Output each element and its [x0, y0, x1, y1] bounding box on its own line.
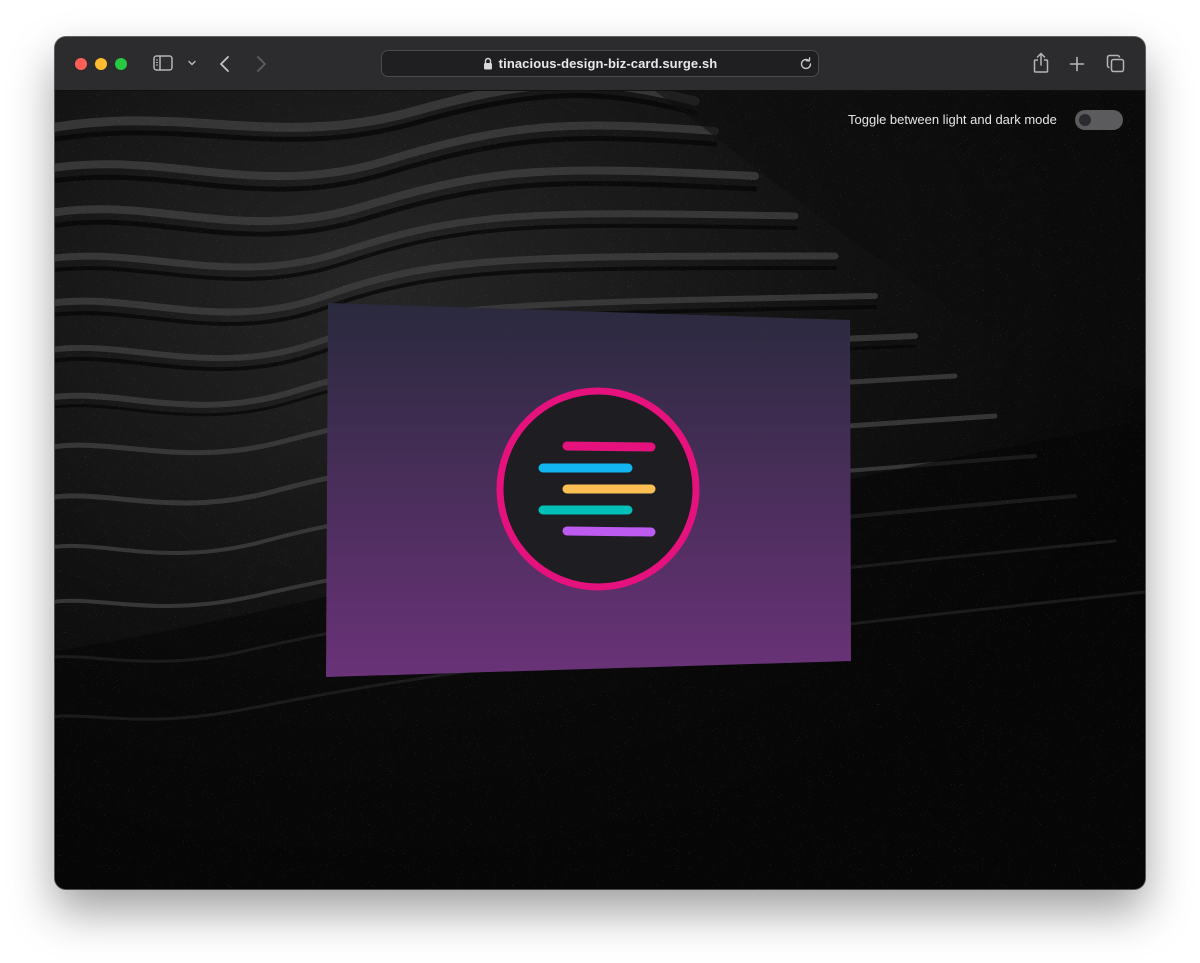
- tinacious-logo: [496, 387, 700, 591]
- maximize-window-button[interactable]: [115, 58, 127, 70]
- chevron-down-icon[interactable]: [187, 59, 197, 67]
- business-card[interactable]: [55, 91, 1145, 889]
- sidebar-icon[interactable]: [153, 55, 173, 71]
- address-bar[interactable]: tinacious-design-biz-card.surge.sh: [381, 50, 819, 77]
- tabs-overview-icon[interactable]: [1106, 54, 1125, 73]
- lock-icon: [483, 57, 492, 70]
- share-icon[interactable]: [1032, 52, 1050, 74]
- reload-icon[interactable]: [799, 57, 813, 71]
- logo-bar-5: [562, 526, 656, 537]
- plus-icon[interactable]: [1069, 56, 1085, 72]
- browser-toolbar: tinacious-design-biz-card.surge.sh: [55, 37, 1145, 91]
- close-window-button[interactable]: [75, 58, 87, 70]
- page-viewport: Toggle between light and dark mode: [55, 91, 1145, 889]
- forward-arrow-icon[interactable]: [254, 54, 268, 74]
- back-arrow-icon[interactable]: [218, 54, 232, 74]
- logo-bar-1: [562, 441, 656, 452]
- minimize-window-button[interactable]: [95, 58, 107, 70]
- browser-window: tinacious-design-biz-card.surge.sh Toggl…: [55, 37, 1145, 889]
- url-text: tinacious-design-biz-card.surge.sh: [498, 56, 718, 71]
